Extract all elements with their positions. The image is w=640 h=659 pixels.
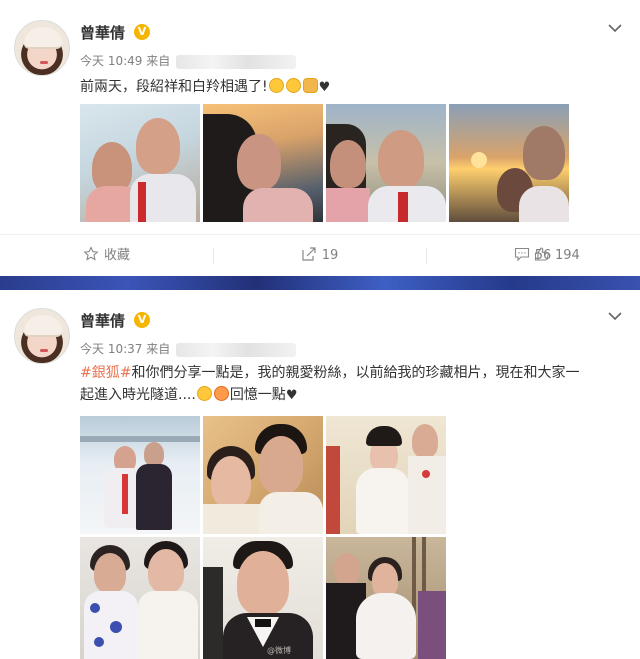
photo-couple-fur-coat[interactable] [326,537,446,659]
heart-icon: ♥ [318,80,331,95]
share-count: 19 [321,248,339,263]
weibo-post-1: 曾華倩 V 今天 10:49 来自 前兩天，段紹祥和白羚相遇了! ♥ 收藏 19… [0,0,640,278]
photo-snow-couple[interactable] [80,416,200,534]
hat-decor [24,315,62,337]
post-time[interactable]: 今天 10:37 [80,342,142,356]
like-button[interactable]: 194 [534,235,640,277]
star-icon [83,246,99,261]
photo-two-women-vintage[interactable] [80,537,200,659]
thumbs-up-icon [534,247,549,261]
smile-emoji-icon [268,78,284,93]
grin-emoji-icon [285,78,301,93]
post-actions-bar: 收藏 19 56 194 [0,234,640,276]
share-button[interactable]: 19 [213,235,426,277]
source-label: 来自 [146,342,171,356]
blurred-source [176,54,297,69]
post-text-line2: 起進入時光隧道.... [80,387,196,403]
username[interactable]: 曾華倩 [80,310,125,331]
favorite-button[interactable]: 收藏 [0,235,213,277]
hashtag-link[interactable]: #銀狐# [80,365,131,381]
smile-emoji-icon [196,386,212,401]
chevron-down-icon[interactable] [608,22,622,36]
share-icon [302,247,316,261]
comment-icon [514,247,529,262]
username[interactable]: 曾華倩 [80,22,125,43]
photo-vintage-couple-closeup[interactable] [203,416,323,534]
post-time[interactable]: 今天 10:49 [80,54,142,68]
photo-selfie-couple-sunset[interactable] [449,104,569,222]
source-label: 来自 [146,54,171,68]
lip-decor [40,61,48,64]
post-text: #銀狐#和你們分享一點是，我的親愛粉絲，以前給我的珍藏相片，現在和大家一 起進入… [80,362,625,407]
avatar[interactable] [14,20,70,76]
avatar[interactable] [14,308,70,364]
post-meta: 今天 10:37 来自 [80,340,297,357]
post-text-body: 前兩天，段紹祥和白羚相遇了! [80,79,268,95]
clap-emoji-icon [302,78,318,93]
favorite-label: 收藏 [103,248,130,263]
heart-eyes-emoji-icon [213,386,229,401]
weibo-post-2: 曾華倩 V 今天 10:37 来自 #銀狐#和你們分享一點是，我的親愛粉絲，以前… [0,290,640,659]
lip-decor [40,349,48,352]
heart-icon: ♥ [285,388,298,403]
like-count: 194 [555,248,580,263]
photo-woman-sunset-profile[interactable] [203,104,323,222]
photo-selfie-couple-1[interactable] [80,104,200,222]
chevron-down-icon[interactable] [608,310,622,324]
post-text-end: 回憶一點 [229,387,286,403]
post-text-line1: 和你們分享一點是，我的親愛粉絲，以前給我的珍藏相片，現在和大家一 [131,365,580,381]
photo-young-man-bowtie[interactable]: @微博 [203,537,323,659]
post-text: 前兩天，段紹祥和白羚相遇了! ♥ [80,76,625,99]
blurred-source [176,342,297,357]
watermark: @微博 [267,646,291,655]
verified-badge: V [134,312,150,328]
section-divider [0,276,640,290]
verified-badge: V [134,24,150,40]
photo-selfie-couple-2[interactable] [326,104,446,222]
hat-decor [24,27,62,49]
photo-wedding-couple[interactable] [326,416,446,534]
post-meta: 今天 10:49 来自 [80,52,297,69]
